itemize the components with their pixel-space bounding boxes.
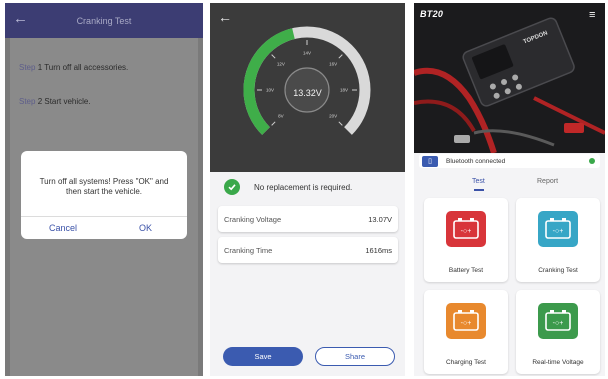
bluetooth-status-bar[interactable]: ▯ Bluetooth connected <box>419 154 600 168</box>
svg-text:-○+: -○+ <box>553 228 564 235</box>
back-arrow-icon[interactable]: ← <box>13 10 28 27</box>
gauge-tick-label: 8V <box>278 114 284 119</box>
battery-orange-icon: -○+ <box>446 303 486 339</box>
svg-text:-○+: -○+ <box>553 320 564 327</box>
app-header: ← Cranking Test <box>5 3 203 38</box>
share-button[interactable]: Share <box>315 347 395 366</box>
battery-green-icon: -○+ <box>538 303 578 339</box>
tile-label: Real-time Voltage <box>532 359 584 366</box>
gauge-tick-label: 12V <box>277 61 285 66</box>
gauge-area: ← 8V 10V 12V 14V 16V 18V 20V 13.32V <box>210 3 405 172</box>
svg-text:-○+: -○+ <box>461 228 472 235</box>
status-text: No replacement is required. <box>254 182 353 192</box>
back-arrow-icon[interactable]: ← <box>218 9 232 25</box>
bluetooth-icon: ▯ <box>422 155 438 167</box>
step-2-text: Step 2 Start vehicle. <box>19 97 91 106</box>
voltage-gauge: 8V10V12V14V16V18V20V <box>243 26 371 135</box>
tile-label: Cranking Test <box>538 267 578 274</box>
page-title: Cranking Test <box>76 15 132 26</box>
svg-text:-○+: -○+ <box>461 320 472 327</box>
gauge-tick-mark <box>338 54 343 59</box>
battery-test-tile[interactable]: -○+ Battery Test <box>424 198 508 282</box>
row-value: 13.07V <box>368 215 392 224</box>
confirm-dialog: Turn off all systems! Press "OK" and the… <box>21 151 187 239</box>
cancel-button[interactable]: Cancel <box>49 223 77 233</box>
device-hero-image: TOPDON BT20 ≡ <box>414 3 605 153</box>
ok-button[interactable]: OK <box>139 223 152 233</box>
hamburger-menu-icon[interactable]: ≡ <box>589 9 595 21</box>
gauge-tick-label: 14V <box>303 51 311 56</box>
tab-test[interactable]: Test <box>472 178 485 185</box>
step-1-text: Step 1 Turn off all accessories. <box>19 63 129 72</box>
gauge-tick-label: 16V <box>329 61 337 66</box>
cranking-time-row: Cranking Time 1616ms <box>218 237 398 263</box>
dialog-message: Turn off all systems! Press "OK" and the… <box>39 177 169 196</box>
dialog-divider <box>21 216 187 217</box>
cranking-result-screen: ← 8V 10V 12V 14V 16V 18V 20V 13.32V No replace… <box>210 3 405 376</box>
cranking-voltage-row: Cranking Voltage 13.07V <box>218 206 398 232</box>
row-label: Cranking Time <box>224 246 273 255</box>
check-circle-icon <box>224 179 240 195</box>
bt20-home-screen: TOPDON BT20 ≡ ▯ Bluetooth connected Test… <box>414 3 605 376</box>
row-value: 1616ms <box>365 246 392 255</box>
save-button[interactable]: Save <box>223 347 303 366</box>
gauge-tick-mark <box>271 121 276 126</box>
active-tab-indicator <box>474 189 484 191</box>
bluetooth-status-text: Bluetooth connected <box>446 157 506 165</box>
tile-label: Charging Test <box>446 359 486 366</box>
device-illustration: TOPDON <box>414 3 605 153</box>
gauge-tick-mark <box>338 121 343 126</box>
connected-dot-icon <box>589 158 595 164</box>
gauge-tick-label: 20V <box>329 114 337 119</box>
cranking-test-screen: ← Cranking Test Step 1 Turn off all acce… <box>5 3 203 376</box>
voltage-readout: 13.32V <box>293 88 322 98</box>
tab-report[interactable]: Report <box>537 178 558 185</box>
charging-test-tile[interactable]: -○+ Charging Test <box>424 290 508 374</box>
row-label: Cranking Voltage <box>224 215 282 224</box>
cranking-test-tile[interactable]: -○+ Cranking Test <box>516 198 600 282</box>
app-brand: BT20 <box>420 9 444 19</box>
battery-red-icon: -○+ <box>446 211 486 247</box>
battery-teal-icon: -○+ <box>538 211 578 247</box>
gauge-tick-mark <box>271 54 276 59</box>
realtime-voltage-tile[interactable]: -○+ Real-time Voltage <box>516 290 600 374</box>
status-row: No replacement is required. <box>224 177 352 197</box>
tile-label: Battery Test <box>448 267 484 274</box>
